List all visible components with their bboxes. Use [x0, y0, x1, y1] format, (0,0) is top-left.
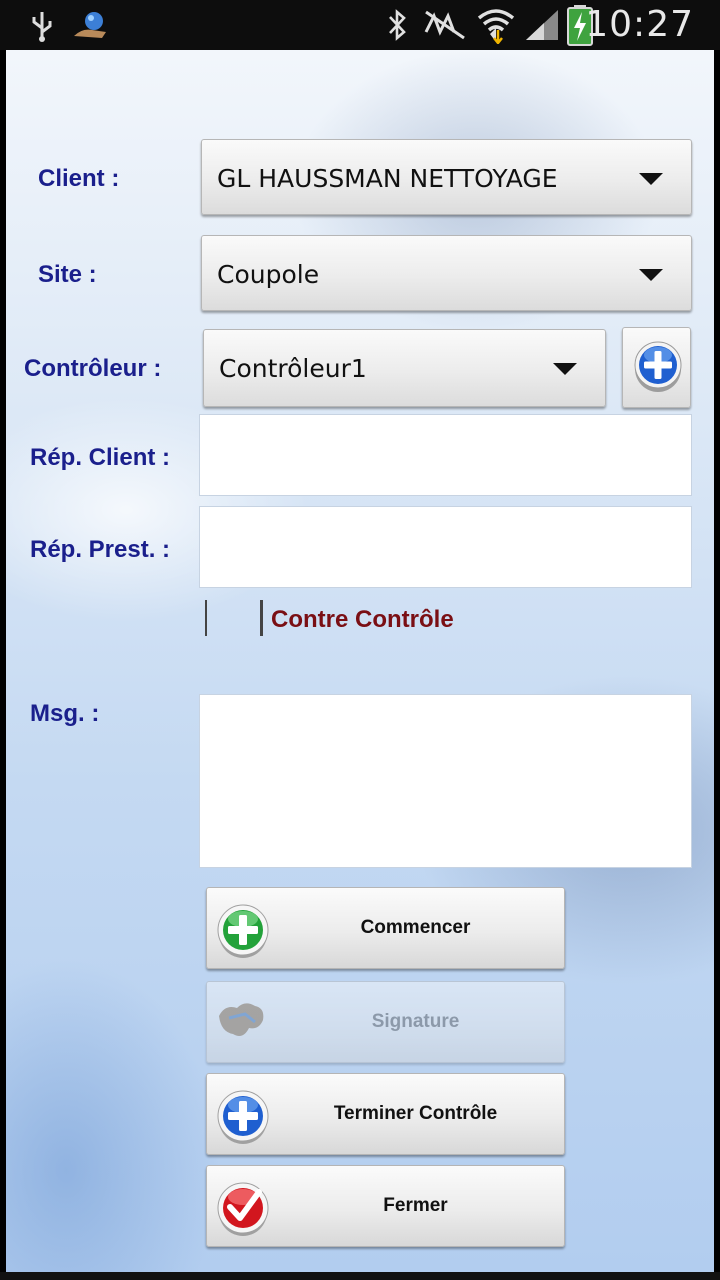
usb-icon [32, 12, 52, 42]
commencer-label: Commencer [360, 917, 471, 938]
plus-icon [217, 1090, 269, 1144]
signal-icon [526, 10, 558, 40]
plus-icon [634, 341, 682, 392]
chevron-down-icon [639, 269, 663, 281]
client-dropdown[interactable]: GL HAUSSMAN NETTOYAGE [201, 139, 692, 215]
contre-controle-checkbox[interactable] [205, 600, 263, 638]
rep-prest-input[interactable] [199, 506, 692, 588]
checkbox-left-edge [205, 600, 207, 636]
checkbox-right-edge [260, 600, 263, 636]
msg-label: Msg. : [30, 700, 100, 727]
chevron-down-icon [553, 363, 577, 375]
controleur-label: Contrôleur : [24, 355, 162, 382]
client-value: GL HAUSSMAN NETTOYAGE [217, 164, 558, 193]
signature-label: Signature [371, 1011, 460, 1032]
controleur-value: Contrôleur1 [219, 354, 367, 383]
fermer-label: Fermer [383, 1195, 448, 1216]
commencer-button[interactable]: Commencer [206, 887, 565, 969]
status-bar: 10:27 [0, 0, 720, 50]
bluetooth-icon [389, 9, 406, 41]
wifi-icon [477, 9, 515, 44]
rep-prest-label: Rép. Prest. : [30, 536, 171, 563]
msg-textarea[interactable] [199, 694, 692, 868]
site-dropdown[interactable]: Coupole [201, 235, 692, 311]
contre-controle-label: Contre Contrôle [271, 606, 454, 633]
terminer-controle-button[interactable]: Terminer Contrôle [206, 1073, 565, 1155]
checkmark-icon [217, 1182, 269, 1236]
site-label: Site : [38, 261, 97, 288]
controleur-dropdown[interactable]: Contrôleur1 [203, 329, 606, 407]
signature-icon [219, 1003, 264, 1036]
rep-client-input[interactable] [199, 414, 692, 496]
add-controleur-button[interactable] [622, 327, 691, 408]
clock: 10:27 [585, 4, 694, 45]
plus-icon [217, 904, 269, 958]
rep-client-label: Rép. Client : [30, 444, 171, 471]
mute-icon [424, 10, 465, 40]
terminer-controle-label: Terminer Contrôle [333, 1103, 498, 1124]
notification-app-icon [74, 12, 106, 38]
client-label: Client : [38, 165, 120, 192]
bottom-bar [0, 1272, 720, 1280]
fermer-button[interactable]: Fermer [206, 1165, 565, 1247]
signature-button[interactable]: Signature [206, 981, 565, 1063]
chevron-down-icon [639, 173, 663, 185]
site-value: Coupole [217, 260, 320, 289]
